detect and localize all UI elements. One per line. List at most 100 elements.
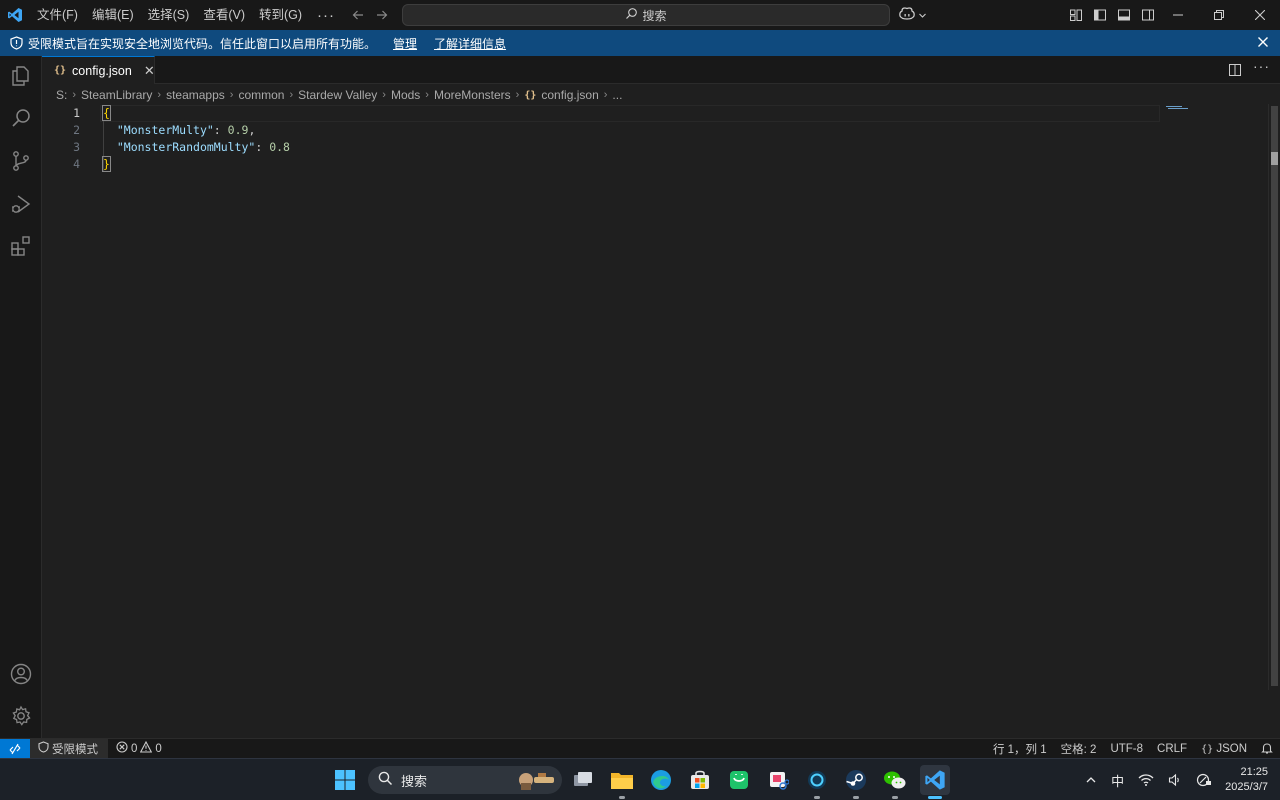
breadcrumb-item[interactable]: SteamLibrary bbox=[81, 88, 152, 102]
close-banner-icon[interactable] bbox=[1258, 34, 1268, 50]
restore-button[interactable] bbox=[1198, 0, 1239, 30]
editor-more-actions-button[interactable]: ··· bbox=[1253, 58, 1270, 74]
taskbar-search-box[interactable]: 搜索 bbox=[368, 766, 562, 794]
error-count: 0 bbox=[131, 742, 138, 755]
language-mode[interactable]: {} JSON bbox=[1194, 743, 1254, 755]
volume-icon[interactable] bbox=[1161, 773, 1189, 787]
json-number: 0.9 bbox=[227, 123, 249, 137]
wechat-work-icon[interactable] bbox=[724, 765, 754, 795]
toggle-panel-icon[interactable] bbox=[1114, 5, 1134, 25]
task-view-icon[interactable] bbox=[568, 765, 598, 795]
input-method-indicator[interactable]: 中 bbox=[1104, 771, 1131, 790]
chevron-right-icon: › bbox=[425, 89, 429, 101]
menu-more-button[interactable]: ··· bbox=[309, 7, 343, 24]
copilot-button[interactable] bbox=[898, 4, 927, 26]
breadcrumb-item[interactable]: common bbox=[238, 88, 284, 102]
code-editor[interactable]: 1 { 2 "MonsterMulty": 0.9, 3 "MonsterRan… bbox=[42, 104, 1268, 738]
remote-indicator-icon[interactable] bbox=[0, 738, 30, 759]
steam-icon[interactable] bbox=[841, 765, 871, 799]
split-editor-icon[interactable] bbox=[1226, 61, 1244, 79]
breadcrumb-item[interactable]: MoreMonsters bbox=[434, 88, 511, 102]
snipping-tool-icon[interactable] bbox=[763, 765, 793, 795]
breadcrumb-file[interactable]: config.json bbox=[541, 88, 598, 102]
warning-count: 0 bbox=[155, 742, 162, 755]
gear-icon[interactable] bbox=[0, 696, 42, 736]
code-line-4: 4 } bbox=[42, 156, 1160, 173]
encoding-status[interactable]: UTF-8 bbox=[1103, 743, 1150, 755]
breadcrumb-item[interactable]: Mods bbox=[391, 88, 420, 102]
close-window-button[interactable] bbox=[1239, 0, 1280, 30]
indentation-status[interactable]: 空格: 2 bbox=[1054, 741, 1104, 757]
windows-taskbar: 搜索 中 21:25 2025/3/7 bbox=[0, 758, 1280, 800]
search-icon bbox=[378, 771, 393, 789]
app-ring-icon[interactable] bbox=[802, 765, 832, 799]
start-button[interactable] bbox=[330, 765, 360, 795]
json-number: 0.8 bbox=[269, 140, 290, 154]
braces-icon: {} bbox=[1201, 744, 1214, 755]
minimize-button[interactable] bbox=[1157, 0, 1198, 30]
menu-view[interactable]: 查看(V) bbox=[196, 0, 252, 30]
editor-tab-bar: {} config.json ✕ ··· bbox=[42, 56, 1280, 84]
eol-status[interactable]: CRLF bbox=[1150, 743, 1194, 755]
json-file-icon: {} bbox=[54, 65, 67, 76]
learn-more-link[interactable]: 了解详细信息 bbox=[434, 35, 506, 52]
minimap[interactable] bbox=[1166, 106, 1190, 110]
problems-status[interactable]: 0 0 bbox=[108, 740, 170, 756]
wifi-icon[interactable] bbox=[1131, 773, 1161, 787]
shield-icon bbox=[10, 36, 23, 50]
run-debug-icon[interactable] bbox=[0, 184, 42, 224]
breadcrumb-symbols[interactable]: ... bbox=[612, 88, 622, 102]
chevron-up-icon[interactable] bbox=[1078, 774, 1104, 786]
source-control-icon[interactable] bbox=[0, 141, 42, 181]
command-center-label: 搜索 bbox=[642, 8, 667, 23]
chevron-right-icon: › bbox=[229, 89, 234, 101]
vscode-taskbar-icon[interactable] bbox=[920, 765, 950, 799]
explorer-icon[interactable] bbox=[0, 56, 42, 96]
chevron-down-icon bbox=[918, 8, 927, 23]
menu-edit[interactable]: 编辑(E) bbox=[85, 0, 141, 30]
toggle-primary-sidebar-icon[interactable] bbox=[1090, 5, 1110, 25]
wechat-icon[interactable] bbox=[880, 765, 910, 799]
accounts-icon[interactable] bbox=[0, 654, 42, 694]
line-number: 3 bbox=[73, 140, 80, 154]
menu-go[interactable]: 转到(G) bbox=[252, 0, 309, 30]
file-explorer-icon[interactable] bbox=[607, 765, 637, 799]
battery-saver-icon[interactable] bbox=[1189, 773, 1219, 787]
restricted-mode-status[interactable]: 受限模式 bbox=[30, 738, 108, 759]
chevron-right-icon: › bbox=[289, 89, 294, 101]
code-line-2: 2 "MonsterMulty": 0.9, bbox=[42, 122, 1160, 139]
close-tab-icon[interactable]: ✕ bbox=[144, 63, 155, 79]
breadcrumb: S: › SteamLibrary › steamapps › common ›… bbox=[42, 84, 1280, 106]
microsoft-store-icon[interactable] bbox=[685, 765, 715, 795]
command-center-search[interactable]: 搜索 bbox=[402, 4, 890, 26]
toggle-secondary-sidebar-icon[interactable] bbox=[1138, 5, 1158, 25]
back-arrow-icon[interactable] bbox=[348, 4, 368, 26]
search-icon[interactable] bbox=[0, 98, 42, 138]
json-file-icon: {} bbox=[524, 89, 537, 101]
breadcrumb-item[interactable]: steamapps bbox=[166, 88, 225, 102]
notifications-bell-icon[interactable] bbox=[1254, 742, 1280, 757]
customize-layout-icon[interactable] bbox=[1066, 5, 1086, 25]
forward-arrow-icon[interactable] bbox=[372, 4, 392, 26]
tab-config-json[interactable]: {} config.json ✕ bbox=[42, 56, 155, 84]
search-icon bbox=[625, 7, 638, 23]
code-line-3: 3 "MonsterRandomMulty": 0.8 bbox=[42, 139, 1160, 156]
banner-message: 受限模式旨在实现安全地浏览代码。信任此窗口以启用所有功能。 bbox=[28, 36, 377, 51]
breadcrumb-item[interactable]: Stardew Valley bbox=[298, 88, 377, 102]
cursor-position[interactable]: 行 1，列 1 bbox=[986, 741, 1054, 757]
warning-icon bbox=[140, 740, 153, 756]
activity-bar bbox=[0, 56, 42, 738]
edge-browser-icon[interactable] bbox=[646, 765, 676, 795]
menu-file[interactable]: 文件(F) bbox=[30, 0, 85, 30]
open-brace: { bbox=[102, 105, 111, 121]
error-icon bbox=[116, 741, 128, 756]
breadcrumb-item[interactable]: S: bbox=[56, 88, 67, 102]
taskbar-search-label: 搜索 bbox=[401, 773, 428, 789]
taskbar-clock[interactable]: 21:25 2025/3/7 bbox=[1219, 765, 1280, 795]
extensions-icon[interactable] bbox=[0, 226, 42, 266]
manage-link[interactable]: 管理 bbox=[393, 35, 417, 52]
menu-selection[interactable]: 选择(S) bbox=[141, 0, 197, 30]
chevron-right-icon: › bbox=[157, 89, 162, 101]
chevron-right-icon: › bbox=[603, 89, 608, 101]
scrollbar-thumb[interactable] bbox=[1271, 106, 1278, 686]
